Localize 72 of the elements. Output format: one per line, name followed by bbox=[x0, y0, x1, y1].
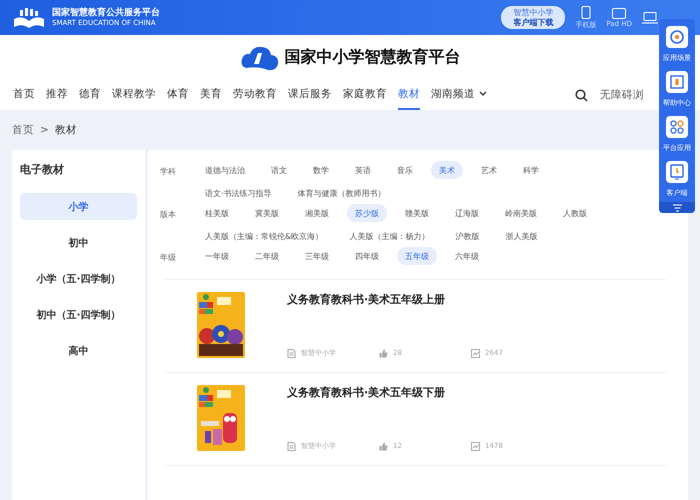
sidebar-item[interactable]: 初中（五·四学制） bbox=[20, 301, 137, 328]
filter-option[interactable]: 辽海版 bbox=[447, 204, 487, 222]
nav-tab[interactable]: 德育 bbox=[79, 80, 101, 110]
filter-option[interactable]: 英语 bbox=[347, 161, 379, 179]
brand-name: 国家智慧教育公共服务平台 bbox=[52, 8, 160, 19]
sidebar-title: 电子教材 bbox=[20, 162, 65, 177]
monitor-icon bbox=[666, 161, 688, 183]
filter-option[interactable]: 湘美版 bbox=[297, 204, 337, 222]
laptop-icon[interactable] bbox=[642, 12, 658, 24]
filter-option[interactable]: 岭南美版 bbox=[497, 204, 545, 222]
sidebar-item[interactable]: 小学（五·四学制） bbox=[20, 265, 137, 292]
sidebar-item[interactable]: 小学 bbox=[20, 193, 137, 220]
view-count-icon bbox=[471, 348, 480, 358]
filter-label: 学科 bbox=[160, 166, 177, 178]
filter-option[interactable]: 语文·书法练习指导 bbox=[197, 184, 280, 202]
apps-grid-icon bbox=[666, 116, 688, 138]
sidebar-item[interactable]: 初中 bbox=[20, 229, 137, 256]
sidebar-item[interactable]: 高中 bbox=[20, 337, 137, 364]
document-icon bbox=[287, 348, 296, 358]
thumbs-up-icon bbox=[379, 442, 388, 450]
accessibility-link[interactable]: 无障碍浏 bbox=[600, 88, 644, 102]
filter-option[interactable]: 苏少版 bbox=[347, 204, 387, 222]
book-title[interactable]: 义务教育教科书·美术五年级上册 bbox=[287, 292, 563, 307]
menu-icon[interactable] bbox=[672, 204, 682, 212]
filter-label: 版本 bbox=[160, 209, 177, 221]
filter-option[interactable]: 三年级 bbox=[297, 247, 337, 265]
nav-tab[interactable]: 体育 bbox=[167, 80, 189, 110]
document-icon bbox=[287, 442, 296, 450]
book-logo-icon bbox=[12, 6, 46, 28]
nav-tab[interactable]: 课后服务 bbox=[288, 80, 332, 110]
filter-option[interactable]: 体育与健康（教师用书） bbox=[290, 184, 394, 202]
filter-option[interactable]: 语文 bbox=[263, 161, 295, 179]
site-title: 国家中小学智慧教育平台 bbox=[284, 47, 460, 68]
filter-option[interactable]: 浙人美版 bbox=[497, 227, 546, 245]
filter-option[interactable]: 人教版 bbox=[555, 204, 595, 222]
filter-option[interactable]: 六年级 bbox=[447, 247, 487, 265]
filter-option[interactable]: 人美版（主编：杨力） bbox=[341, 227, 438, 245]
filter-label: 年级 bbox=[160, 252, 177, 264]
filter-option[interactable]: 音乐 bbox=[389, 161, 421, 179]
search-icon[interactable] bbox=[575, 88, 588, 102]
tablet-icon[interactable] bbox=[612, 8, 626, 18]
download-button[interactable]: 智慧中小学 客户端下载 bbox=[501, 6, 566, 29]
filter-option[interactable]: 二年级 bbox=[247, 247, 287, 265]
filter-option[interactable]: 数学 bbox=[305, 161, 337, 179]
filter-option[interactable]: 道德与法治 bbox=[197, 161, 253, 179]
nav-tab[interactable]: 美育 bbox=[200, 80, 222, 110]
breadcrumb-link[interactable]: 教材 bbox=[54, 123, 77, 137]
nav-tab[interactable]: 湖南频道 bbox=[431, 80, 487, 110]
nav-tab[interactable]: 首页 bbox=[13, 80, 35, 110]
filter-option[interactable]: 五年级 bbox=[397, 247, 437, 265]
chevron-down-icon[interactable] bbox=[479, 91, 487, 97]
breadcrumb-link[interactable]: 首页 bbox=[12, 123, 34, 137]
filter-option[interactable]: 冀美版 bbox=[247, 204, 287, 222]
book-title[interactable]: 义务教育教科书·美术五年级下册 bbox=[287, 385, 563, 400]
phone-icon[interactable] bbox=[580, 6, 591, 18]
nav-tab[interactable]: 劳动教育 bbox=[233, 80, 277, 110]
filter-option[interactable]: 科学 bbox=[515, 161, 547, 179]
nav-tab[interactable]: 推荐 bbox=[46, 80, 68, 110]
filter-option[interactable]: 美术 bbox=[431, 161, 463, 179]
nav-tab[interactable]: 课程教学 bbox=[112, 80, 156, 110]
view-count-icon bbox=[471, 442, 480, 450]
nav-tab[interactable]: 教材 bbox=[398, 80, 420, 110]
nav-tab[interactable]: 家庭教育 bbox=[343, 80, 387, 110]
filter-option[interactable]: 一年级 bbox=[197, 247, 237, 265]
filter-option[interactable]: 桂美版 bbox=[197, 204, 237, 222]
filter-option[interactable]: 赣美版 bbox=[397, 204, 437, 222]
filter-option[interactable]: 沪教版 bbox=[447, 227, 488, 245]
filter-option[interactable]: 人美版（主编：常锐伦&欧京海） bbox=[197, 227, 332, 245]
filter-option[interactable]: 艺术 bbox=[473, 161, 505, 179]
thumbs-up-icon bbox=[379, 348, 388, 358]
breadcrumb-separator: > bbox=[40, 124, 49, 136]
filter-option[interactable]: 四年级 bbox=[347, 247, 387, 265]
